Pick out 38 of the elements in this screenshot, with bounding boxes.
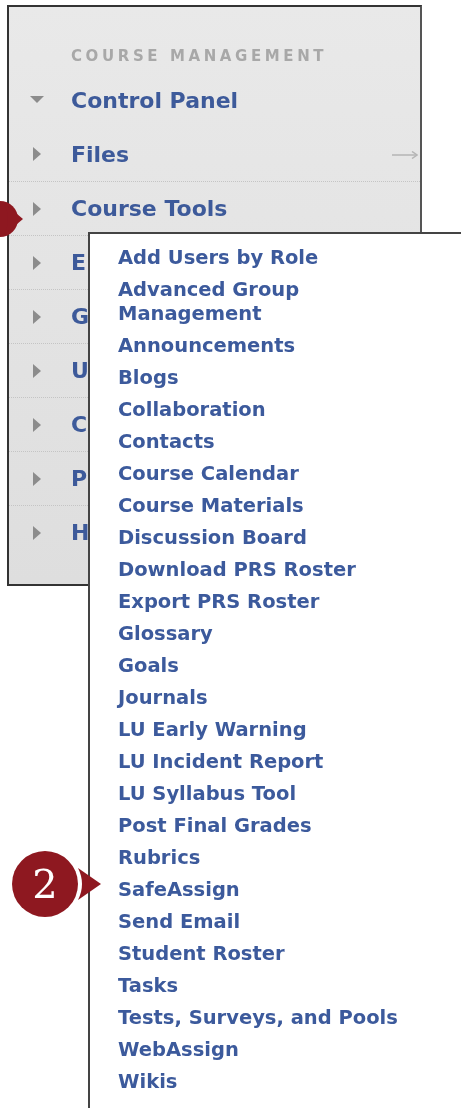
- menu-item[interactable]: Glossary: [118, 618, 213, 650]
- menu-item[interactable]: Tests, Surveys, and Pools: [118, 1002, 398, 1034]
- menu-item[interactable]: Add Users by Role: [118, 242, 319, 274]
- menu-item[interactable]: Course Calendar: [118, 458, 299, 490]
- menu-item[interactable]: Collaboration: [118, 394, 266, 426]
- menu-item[interactable]: LU Syllabus Tool: [118, 778, 297, 810]
- menu-item[interactable]: Announcements: [118, 330, 296, 362]
- panel-menu-item[interactable]: H: [71, 516, 90, 549]
- panel-menu-item[interactable]: Control Panel: [71, 83, 239, 117]
- menu-item[interactable]: Tasks: [118, 970, 179, 1002]
- panel-menu-item[interactable]: Course Tools: [71, 192, 228, 225]
- panel-menu-item[interactable]: P: [71, 462, 88, 495]
- menu-item[interactable]: Goals: [118, 650, 179, 682]
- panel-menu-item[interactable]: G: [71, 300, 90, 333]
- section-heading: COURSE MANAGEMENT: [71, 47, 328, 65]
- menu-item[interactable]: Course Materials: [118, 490, 304, 522]
- callout-number: 2: [12, 851, 78, 917]
- menu-item[interactable]: Blogs: [118, 362, 179, 394]
- menu-item[interactable]: Wikis: [118, 1066, 178, 1098]
- menu-item[interactable]: Download PRS Roster: [118, 554, 356, 586]
- menu-item[interactable]: Send Email: [118, 906, 241, 938]
- menu-item[interactable]: SafeAssign: [118, 874, 240, 906]
- menu-item[interactable]: Advanced Group Management: [118, 274, 300, 330]
- panel-menu-item[interactable]: U: [71, 354, 89, 387]
- panel-menu-item[interactable]: C: [71, 408, 88, 441]
- menu-item[interactable]: LU Incident Report: [118, 746, 324, 778]
- panel-menu-item[interactable]: E: [71, 246, 87, 279]
- callout-marker: [0, 199, 24, 239]
- menu-item[interactable]: Rubrics: [118, 842, 201, 874]
- menu-item[interactable]: WebAssign: [118, 1034, 239, 1066]
- menu-item[interactable]: Journals: [118, 682, 208, 714]
- menu-item[interactable]: Post Final Grades: [118, 810, 312, 842]
- menu-item[interactable]: LU Early Warning: [118, 714, 307, 746]
- menu-item[interactable]: Export PRS Roster: [118, 586, 320, 618]
- menu-item[interactable]: Student Roster: [118, 938, 285, 970]
- panel-menu-item[interactable]: Files: [71, 137, 130, 171]
- menu-item[interactable]: Contacts: [118, 426, 215, 458]
- menu-item[interactable]: Discussion Board: [118, 522, 307, 554]
